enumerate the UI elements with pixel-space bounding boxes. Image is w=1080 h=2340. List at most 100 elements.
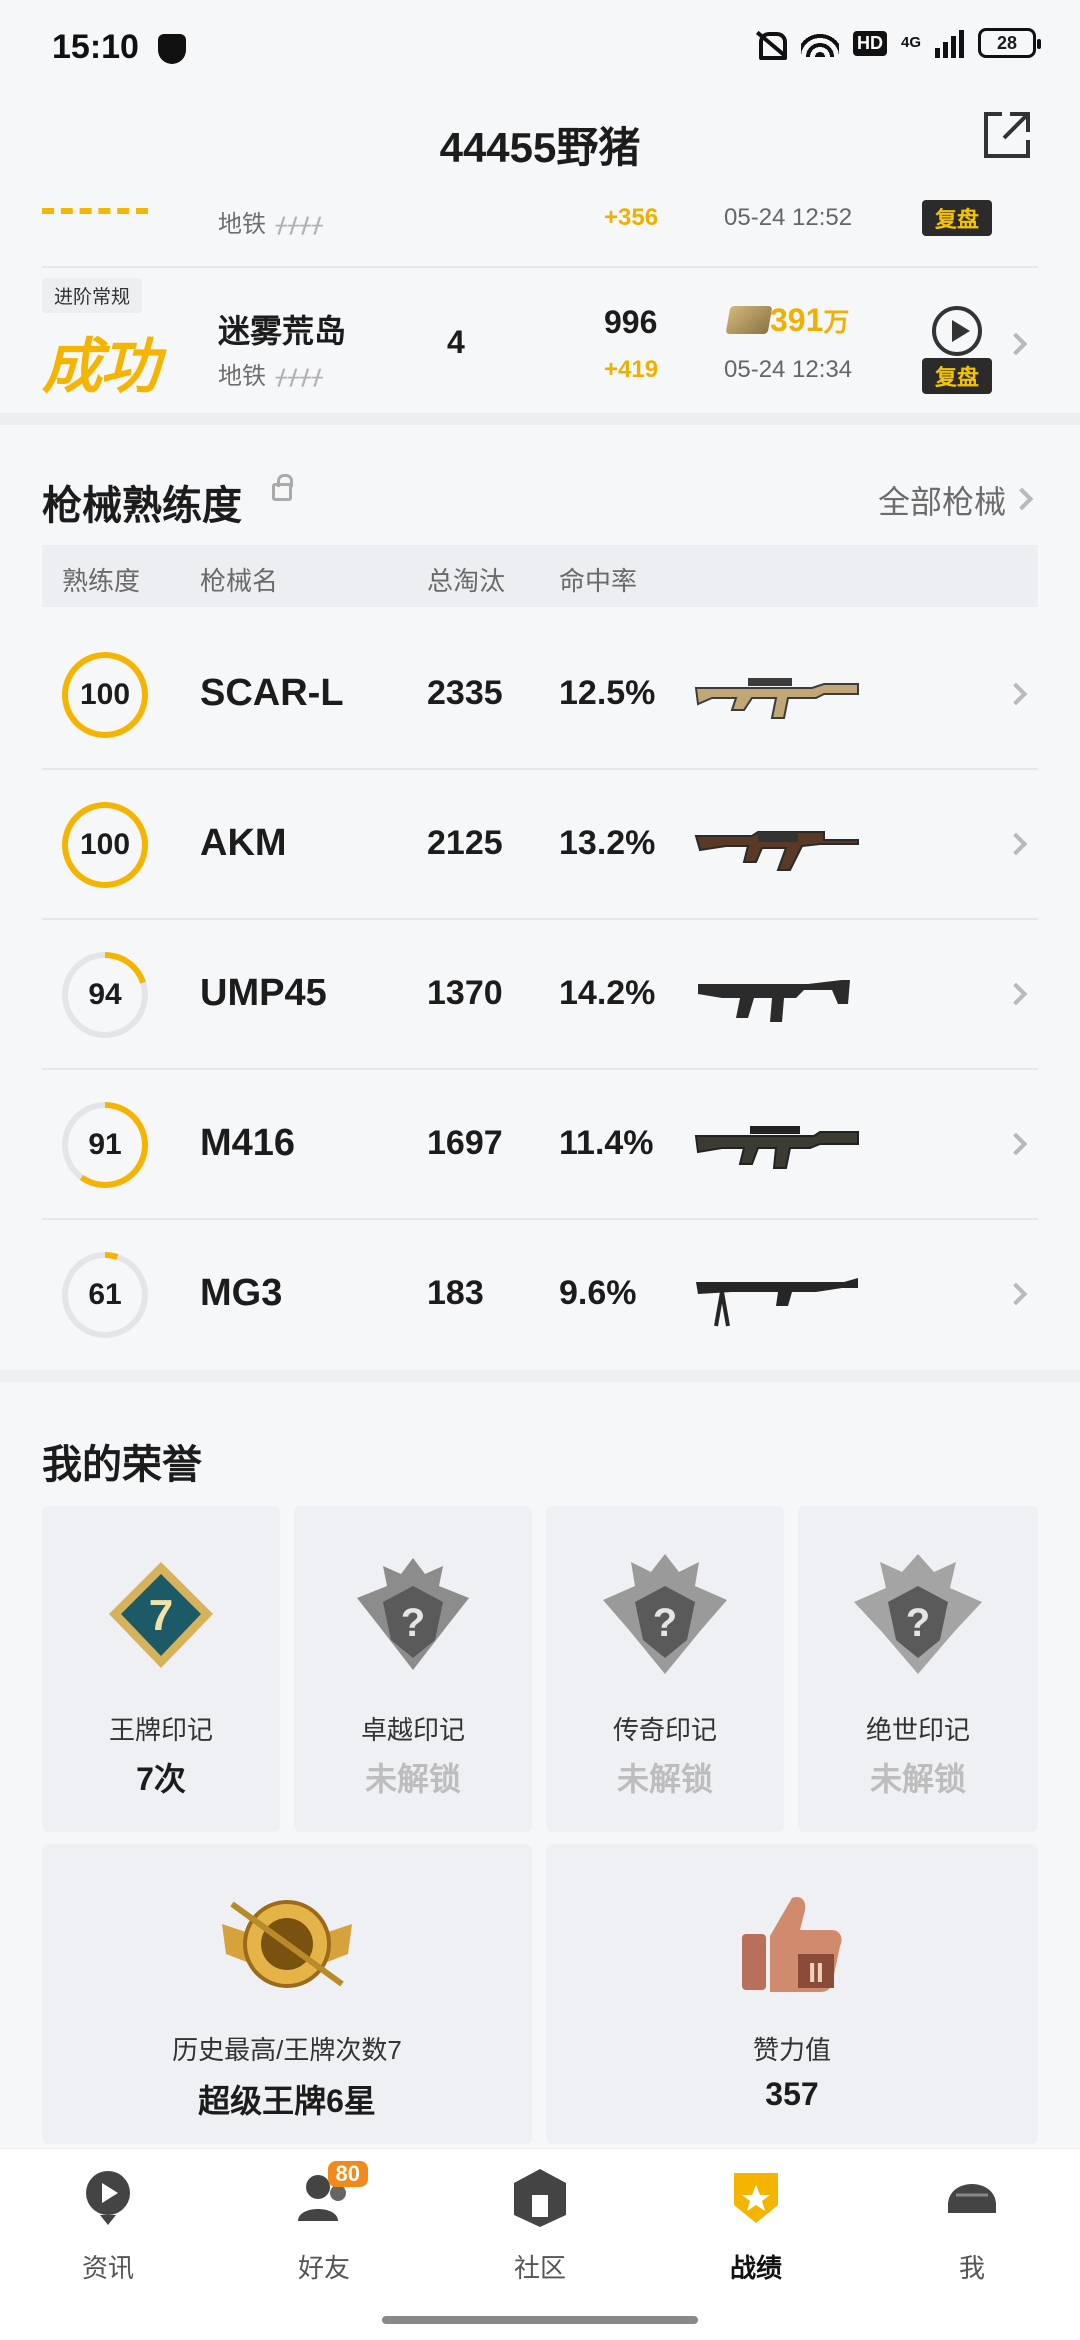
mastery-ring: 94: [62, 952, 148, 1038]
nav-item-me[interactable]: 我: [912, 2165, 1032, 2285]
nav-label: 好友: [297, 2253, 350, 2283]
honor-name: 赞力值: [752, 2035, 831, 2065]
money-amount: 391: [770, 302, 824, 338]
locked-mark-badge-icon: ?: [357, 1558, 469, 1670]
weapon-name: AKM: [200, 822, 287, 864]
weapon-hit-rate: 14.2%: [559, 974, 656, 1012]
team-people-icon: ᚋᚋᚋᚋ: [276, 212, 324, 237]
svg-text:?: ?: [906, 1601, 930, 1645]
mastery-value: 94: [68, 958, 142, 1032]
table-header: 熟练度 枪械名 总淘汰 命中率: [42, 545, 1038, 607]
scar-l-icon: [694, 678, 859, 719]
svg-text:II: II: [808, 1957, 824, 1988]
all-weapons-link[interactable]: 全部枪械: [878, 477, 1006, 523]
honor-name: 卓越印记: [360, 1715, 465, 1745]
replay-button[interactable]: 复盘: [922, 198, 992, 236]
table-row[interactable]: 94 UMP45 1370 14.2%: [42, 920, 1038, 1070]
money-unit: 万: [823, 307, 850, 337]
honor-value: 357: [765, 2076, 819, 2112]
chevron-right-icon[interactable]: [1010, 487, 1034, 511]
honor-card-likes[interactable]: II 赞力值 357: [546, 1844, 1038, 2144]
table-row[interactable]: 100 AKM 2125 13.2%: [42, 770, 1038, 920]
section-divider: [0, 1370, 1080, 1382]
weapon-mastery-section: 枪械熟练度 全部枪械 熟练度 枪械名 总淘汰 命中率 100 SCAR-L 23…: [0, 425, 1080, 1370]
weapon-hit-rate: 11.4%: [559, 1124, 654, 1162]
chevron-right-icon: [1004, 682, 1028, 706]
honors-section: 我的荣誉 7 王牌印记 7次 ? 卓越印记 未解锁 ? 传奇印记 未解锁 ? 绝…: [0, 1382, 1080, 2152]
nav-label: 资讯: [81, 2253, 134, 2283]
status-bar: 15:10 HD 4G 28: [0, 0, 1080, 96]
rank-number: 4: [447, 324, 465, 360]
mastery-ring: 91: [62, 1102, 148, 1188]
chevron-right-icon: [1004, 832, 1028, 856]
weapon-kills: 2335: [427, 674, 503, 712]
table-row[interactable]: 100 SCAR-L 2335 12.5%: [42, 620, 1038, 770]
weapon-name: MG3: [200, 1272, 283, 1314]
honor-name: 传奇印记: [612, 1715, 717, 1745]
records-shield-icon: [734, 2173, 778, 2223]
team-people-icon: ᚋᚋᚋᚋ: [276, 364, 324, 389]
map-subtitle: 地铁 ᚋᚋᚋᚋ: [218, 204, 324, 239]
thumbs-up-icon: II: [742, 1896, 842, 1992]
column-header: 命中率: [559, 566, 638, 596]
nav-item-records[interactable]: 战绩: [696, 2165, 816, 2285]
honor-card-peerless[interactable]: ? 绝世印记 未解锁: [798, 1506, 1038, 1832]
shield-icon: [158, 34, 186, 64]
replay-label: 复盘: [922, 358, 992, 394]
lock-icon[interactable]: [272, 474, 293, 501]
mute-icon: [753, 28, 787, 60]
home-indicator[interactable]: [382, 2316, 698, 2324]
score-delta: +419: [604, 356, 659, 383]
mastery-value: 91: [68, 1108, 142, 1182]
honor-name: 绝世印记: [865, 1715, 970, 1745]
replay-icon: [932, 306, 982, 356]
weapon-name: SCAR-L: [200, 672, 344, 714]
honor-name: 历史最高/王牌次数7: [172, 2035, 402, 2065]
column-header: 枪械名: [200, 566, 279, 596]
replay-button[interactable]: 复盘: [922, 306, 992, 394]
mastery-value: 100: [68, 658, 142, 732]
score-value: 996: [604, 304, 658, 340]
money-value: 391万: [770, 302, 849, 339]
honor-value: 超级王牌6星: [198, 2083, 376, 2119]
chevron-right-icon: [1004, 1282, 1028, 1306]
mode-tag: 进阶常规: [42, 278, 143, 313]
honor-card-ace[interactable]: 7 王牌印记 7次: [42, 1506, 280, 1832]
match-list: 地铁 ᚋᚋᚋᚋ +356 05-24 12:52 复盘 进阶常规 成功 迷雾荒岛 …: [0, 188, 1080, 413]
tier-badge-icon: [222, 1900, 352, 1988]
replay-label: 复盘: [922, 200, 992, 236]
chevron-right-icon[interactable]: [1004, 332, 1028, 356]
mastery-ring: 100: [62, 652, 148, 738]
ump45-icon: [698, 980, 850, 1022]
match-row[interactable]: 地铁 ᚋᚋᚋᚋ +356 05-24 12:52 复盘: [42, 188, 1038, 268]
weapon-kills: 1370: [427, 974, 503, 1012]
section-title: 枪械熟练度: [42, 484, 242, 528]
hd-icon: HD: [852, 30, 887, 56]
section-divider: [0, 413, 1080, 425]
map-sub-label: 地铁: [218, 211, 266, 238]
honor-card-excellence[interactable]: ? 卓越印记 未解锁: [294, 1506, 532, 1832]
column-header: 熟练度: [62, 566, 141, 596]
weapon-hit-rate: 13.2%: [559, 824, 656, 862]
ace-mark-badge-icon: 7: [109, 1562, 213, 1668]
mastery-value: 100: [68, 808, 142, 882]
nav-item-community[interactable]: 社区: [480, 2165, 600, 2285]
weapon-hit-rate: 12.5%: [559, 674, 656, 712]
bottom-nav: 资讯 80 好友 社区 战绩 我: [0, 2148, 1080, 2340]
match-row[interactable]: 进阶常规 成功 迷雾荒岛 地铁 ᚋᚋᚋᚋ 4 996 +419 391万 05-2…: [42, 268, 1038, 413]
network-type: 4G: [900, 34, 921, 51]
honor-card-highest-tier[interactable]: 历史最高/王牌次数7 超级王牌6星: [42, 1844, 532, 2144]
nav-item-friends[interactable]: 80 好友: [264, 2161, 384, 2285]
community-icon: [514, 2169, 566, 2227]
honor-value: 未解锁: [364, 1761, 461, 1797]
share-icon[interactable]: [980, 108, 1034, 162]
honor-card-legend[interactable]: ? 传奇印记 未解锁: [546, 1506, 784, 1832]
nav-item-news[interactable]: 资讯: [48, 2165, 168, 2285]
svg-text:?: ?: [401, 1601, 425, 1645]
mg3-icon: [696, 1278, 858, 1327]
table-row[interactable]: 61 MG3 183 9.6%: [42, 1220, 1038, 1370]
honor-name: 王牌印记: [108, 1715, 213, 1745]
map-name: 迷雾荒岛: [218, 313, 347, 349]
table-row[interactable]: 91 M416 1697 11.4%: [42, 1070, 1038, 1220]
column-header: 总淘汰: [427, 566, 506, 596]
